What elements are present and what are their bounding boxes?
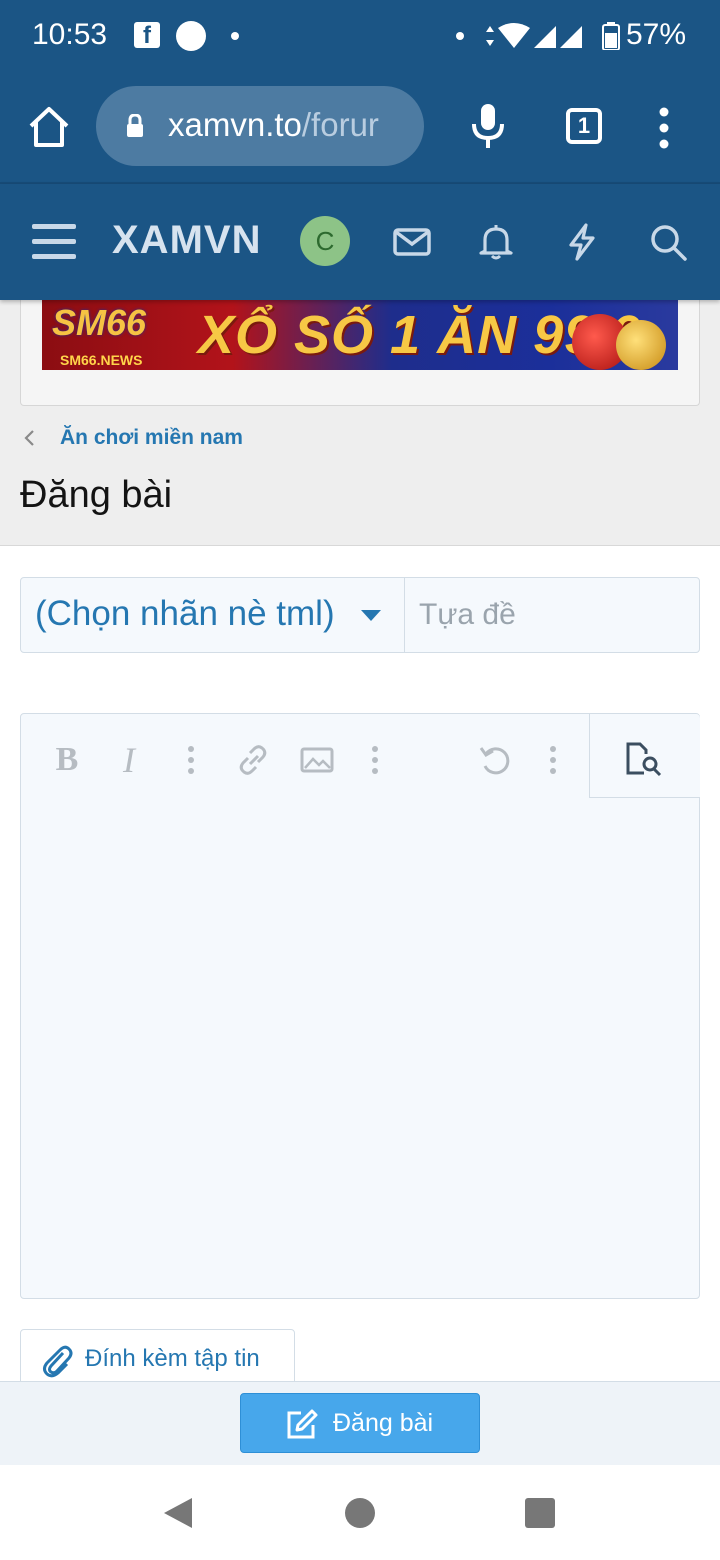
attach-files-label: Đính kèm tập tin <box>85 1345 260 1372</box>
image-icon[interactable] <box>299 740 335 780</box>
home-nav-icon[interactable] <box>344 1497 376 1529</box>
bell-icon[interactable] <box>476 222 516 262</box>
lock-icon <box>127 114 143 137</box>
more-menu-icon[interactable] <box>650 106 678 150</box>
mail-icon[interactable] <box>392 222 432 262</box>
link-icon[interactable] <box>235 740 271 780</box>
recents-icon[interactable] <box>524 1497 556 1529</box>
italic-button[interactable]: I <box>111 740 147 780</box>
microphone-icon[interactable] <box>470 102 506 152</box>
battery-icon <box>602 22 620 50</box>
more-insert-options-icon[interactable] <box>357 740 393 780</box>
url-text: xamvn.to/forur <box>168 106 379 143</box>
battery-percent: 57% <box>625 18 686 51</box>
paperclip-icon <box>43 1345 73 1378</box>
banner-logo: SM66 <box>52 302 147 343</box>
edit-icon <box>287 1409 318 1439</box>
coin-icon <box>616 320 666 370</box>
caret-down-icon <box>361 610 381 621</box>
title-input[interactable] <box>407 578 699 652</box>
banner-subtext: SM66.NEWS <box>60 352 143 368</box>
preview-icon <box>626 742 662 777</box>
hamburger-icon[interactable] <box>32 224 76 260</box>
prefix-select[interactable]: (Chọn nhãn nè tml) <box>21 578 405 652</box>
message-editor[interactable]: B I <box>20 713 700 1299</box>
preview-toggle[interactable] <box>589 714 700 798</box>
page-title: Đăng bài <box>20 474 173 516</box>
status-dot-icon <box>456 32 464 40</box>
facebook-notification-icon: f <box>134 22 160 49</box>
address-bar[interactable]: xamvn.to/forur <box>96 86 424 166</box>
bold-button[interactable]: B <box>49 740 85 780</box>
undo-icon[interactable] <box>477 740 513 780</box>
breadcrumb[interactable]: Ăn chơi miền nam <box>22 426 243 450</box>
status-bar: 10:53 f 57% <box>0 0 720 72</box>
system-nav-bar <box>0 1466 720 1560</box>
site-logo[interactable]: XAMVN <box>112 218 261 263</box>
chevron-left-icon <box>24 430 34 446</box>
more-options-icon[interactable] <box>535 740 571 780</box>
site-header: XAMVN C <box>0 184 720 300</box>
breadcrumb-link[interactable]: Ăn chơi miền nam <box>60 426 243 450</box>
more-text-options-icon[interactable] <box>173 740 209 780</box>
signal-wifi-icon <box>486 23 582 48</box>
search-icon[interactable] <box>648 222 688 262</box>
back-icon[interactable] <box>162 1496 194 1530</box>
notification-circle-icon <box>176 21 206 51</box>
avatar[interactable]: C <box>300 216 350 266</box>
submit-bar: Đăng bài <box>0 1381 720 1465</box>
browser-toolbar: xamvn.to/forur 1 <box>0 72 720 184</box>
home-icon[interactable] <box>26 104 72 150</box>
ad-banner[interactable]: SM66 SM66.NEWS XỔ SỐ 1 ĂN 99.9 <box>42 300 678 370</box>
notification-dot-icon <box>231 32 239 40</box>
post-thread-label: Đăng bài <box>333 1409 434 1437</box>
status-time: 10:53 <box>32 18 108 51</box>
bolt-icon[interactable] <box>562 222 602 262</box>
tab-switcher-button[interactable]: 1 <box>566 108 602 144</box>
post-thread-button[interactable]: Đăng bài <box>240 1393 480 1453</box>
prefix-select-label: (Chọn nhãn nè tml) <box>35 594 335 633</box>
prefix-title-row: (Chọn nhãn nè tml) <box>20 577 700 653</box>
